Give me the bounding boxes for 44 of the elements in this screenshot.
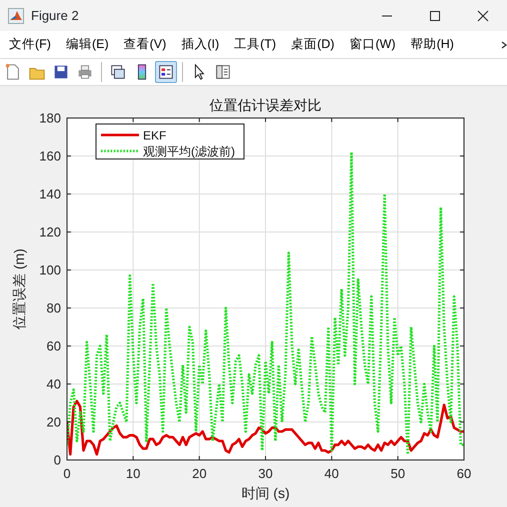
tick-label: 30: [258, 466, 273, 481]
more-icon[interactable]: [501, 40, 507, 48]
tick-label: 100: [39, 262, 61, 278]
tick-label: 60: [456, 466, 472, 481]
legend-line-icon: [101, 150, 139, 152]
tick-label: 20: [46, 414, 61, 430]
tick-label: 80: [46, 300, 61, 316]
legend-label: EKF: [143, 128, 166, 142]
legend-button[interactable]: [155, 61, 177, 83]
axis-label: 位置误差 (m): [11, 248, 27, 330]
legend-line-icon: [101, 134, 139, 136]
legend-icon: [157, 63, 175, 81]
maximize-icon: [429, 10, 441, 22]
tick-label: 120: [39, 224, 61, 240]
menu-item[interactable]: 编辑(E): [60, 35, 109, 54]
link-windows-icon: [109, 63, 127, 81]
menu-item[interactable]: 文件(F): [4, 35, 51, 54]
tick-label: 180: [39, 110, 61, 126]
property-editor-icon: [214, 63, 232, 81]
chart-title: 位置估计误差对比: [210, 97, 322, 113]
tick-label: 20: [192, 466, 207, 481]
menu-item[interactable]: 查看(V): [118, 35, 166, 54]
tick-label: 0: [54, 452, 61, 468]
tick-label: 10: [126, 466, 140, 481]
window-title: Figure 2: [31, 6, 80, 25]
tick-label: 40: [324, 466, 339, 481]
app-icon: [8, 8, 24, 24]
axis-label: 时间 (s): [241, 485, 290, 501]
menu-item[interactable]: 工具(T): [229, 35, 276, 54]
tick-label: 40: [46, 376, 61, 392]
printer-icon: [76, 63, 94, 81]
new-file-icon: [4, 63, 22, 81]
save-icon: [52, 63, 70, 81]
close-icon: [477, 10, 489, 22]
menu-item[interactable]: 窗口(W): [344, 35, 396, 54]
tick-label: 50: [390, 466, 406, 481]
tick-label: 0: [63, 466, 71, 481]
legend-label: 观测平均(滤波前): [143, 144, 235, 158]
tick-label: 160: [39, 148, 61, 164]
menu-item[interactable]: 插入(I): [176, 35, 220, 54]
tick-label: 140: [39, 186, 61, 202]
menu-item[interactable]: 帮助(H): [406, 35, 454, 54]
tick-label: 60: [46, 338, 61, 354]
menu-item[interactable]: 桌面(D): [286, 35, 334, 54]
